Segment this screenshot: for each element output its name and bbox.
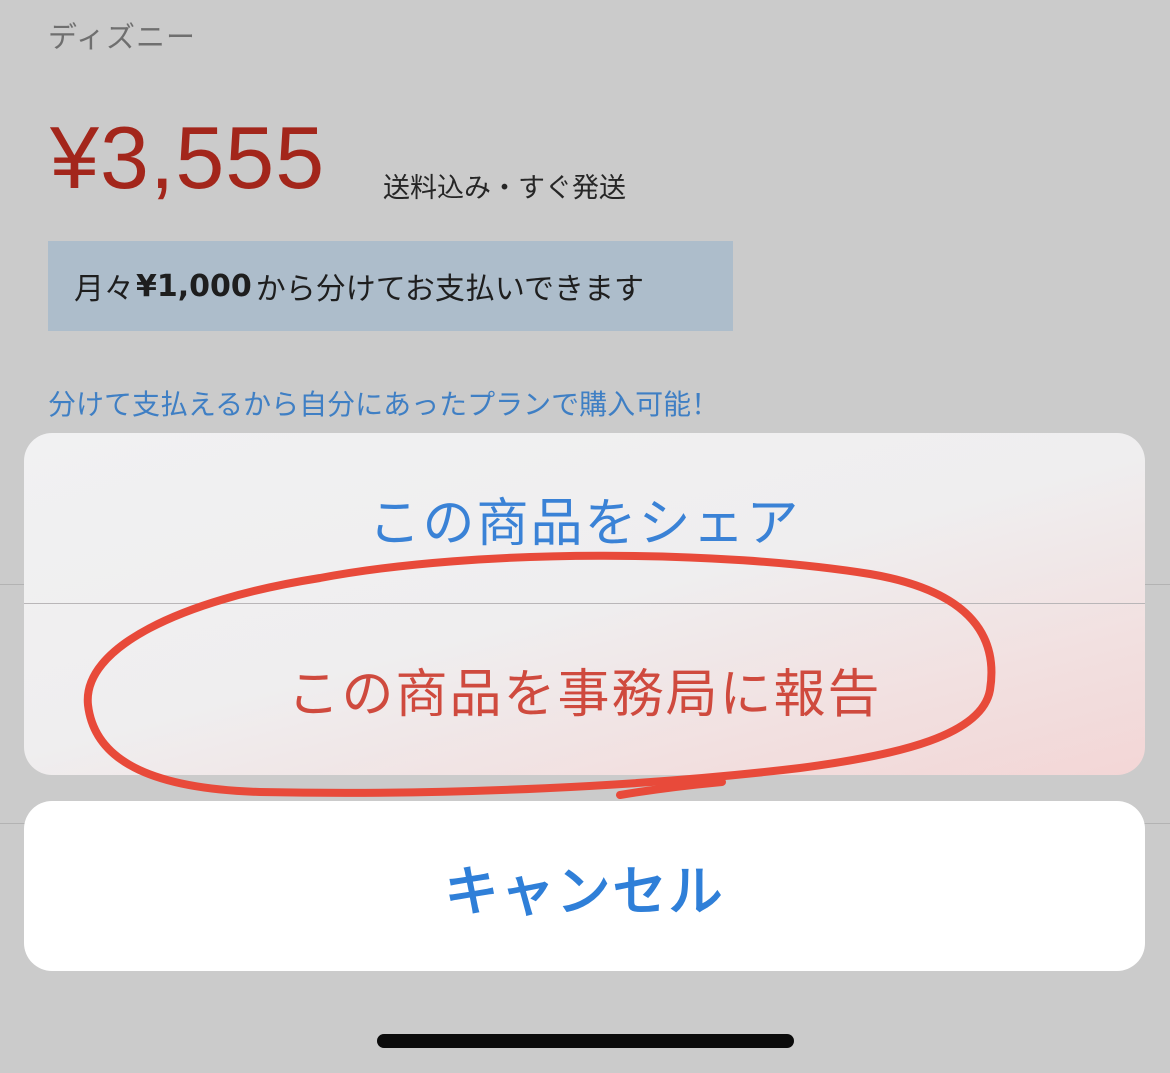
home-indicator[interactable] bbox=[377, 1034, 794, 1048]
product-price: ¥3,555 bbox=[50, 108, 326, 207]
action-sheet: この商品をシェア この商品を事務局に報告 bbox=[24, 433, 1145, 775]
report-button[interactable]: この商品を事務局に報告 bbox=[24, 604, 1145, 774]
installment-banner[interactable]: 月々 ¥1,000 から分けてお支払いできます bbox=[48, 241, 733, 331]
share-button[interactable]: この商品をシェア bbox=[24, 433, 1145, 603]
brand-name: ディズニー bbox=[48, 20, 196, 54]
cancel-button[interactable]: キャンセル bbox=[24, 801, 1145, 971]
annotation-stroke-tail bbox=[616, 778, 726, 799]
installment-amount: ¥1,000 bbox=[136, 268, 252, 304]
promo-link[interactable]: 分けて支払えるから自分にあったプランで購入可能！ bbox=[48, 383, 719, 423]
installment-suffix: から分けてお支払いできます bbox=[255, 272, 644, 307]
installment-prefix: 月々 bbox=[74, 272, 134, 307]
shipping-note: 送料込み・すぐ発送 bbox=[383, 173, 626, 204]
